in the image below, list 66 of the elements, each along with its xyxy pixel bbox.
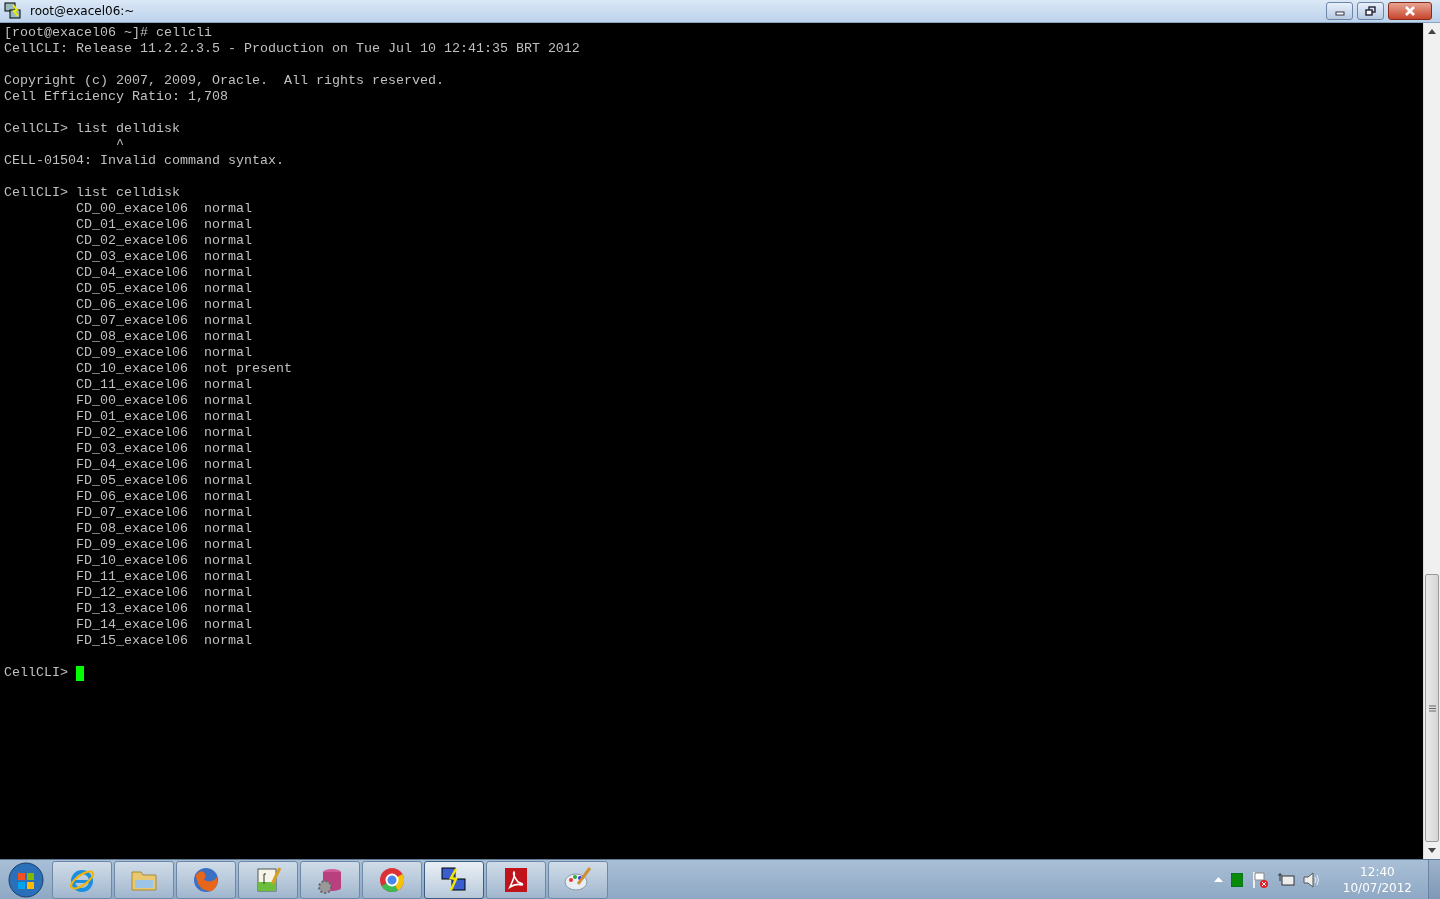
close-icon bbox=[1404, 6, 1416, 16]
terminal-line: FD_04_exacel06 normal bbox=[74, 457, 252, 473]
meter-icon bbox=[1230, 872, 1243, 887]
windows-orb-icon bbox=[8, 861, 44, 898]
terminal-line: CD_04_exacel06 normal bbox=[74, 265, 252, 281]
terminal-line: CD_11_exacel06 normal bbox=[74, 377, 252, 393]
terminal-line: CD_07_exacel06 normal bbox=[74, 313, 252, 329]
terminal-line: CELL-01504: Invalid command syntax. bbox=[4, 153, 284, 169]
pdf-document-icon bbox=[502, 865, 530, 894]
network-icon bbox=[1276, 871, 1295, 888]
terminal-line: FD_09_exacel06 normal bbox=[74, 537, 252, 553]
taskbar-button[interactable] bbox=[486, 860, 546, 899]
terminal-line: CellCLI> list delldisk bbox=[4, 121, 180, 137]
clock-date: 10/07/2012 bbox=[1342, 879, 1412, 896]
terminal-line: CD_10_exacel06 not present bbox=[74, 361, 292, 377]
terminal-line: FD_02_exacel06 normal bbox=[74, 425, 252, 441]
terminal-line: [root@exacel06 ~]# cellcli bbox=[4, 25, 212, 41]
terminal-line: FD_15_exacel06 normal bbox=[74, 633, 252, 649]
clock-time: 12:40 bbox=[1359, 863, 1396, 880]
terminal-line: CD_06_exacel06 normal bbox=[74, 297, 252, 313]
terminal-line: CD_02_exacel06 normal bbox=[74, 233, 252, 249]
terminal-prompt: CellCLI> bbox=[4, 665, 68, 681]
start-button[interactable] bbox=[8, 861, 44, 898]
restore-button[interactable] bbox=[1357, 2, 1384, 20]
terminal-line: ^ bbox=[114, 137, 124, 153]
firefox-logo-icon bbox=[192, 865, 220, 894]
terminal-line: FD_07_exacel06 normal bbox=[74, 505, 252, 521]
terminal-line: CD_08_exacel06 normal bbox=[74, 329, 252, 345]
terminal-line: FD_08_exacel06 normal bbox=[74, 521, 252, 537]
tray-expand-button[interactable] bbox=[1213, 877, 1223, 882]
terminal-line: FD_06_exacel06 normal bbox=[74, 489, 252, 505]
terminal-line: FD_12_exacel06 normal bbox=[74, 585, 252, 601]
terminal-line: CD_09_exacel06 normal bbox=[74, 345, 252, 361]
paint-palette-icon bbox=[564, 865, 592, 894]
terminal-line: CD_03_exacel06 normal bbox=[74, 249, 252, 265]
grip-icon bbox=[1428, 704, 1436, 712]
speaker-icon bbox=[1302, 871, 1319, 888]
window-title: root@exacel06:~ bbox=[30, 3, 136, 20]
restore-icon bbox=[1365, 6, 1376, 16]
terminal-line: CellCLI: Release 11.2.2.3.5 - Production on Tue Jul 10 12:41:35 BRT 2012 bbox=[4, 41, 580, 57]
close-button[interactable] bbox=[1388, 2, 1432, 20]
terminal-line: FD_00_exacel06 normal bbox=[74, 393, 252, 409]
terminal-line: CD_00_exacel06 normal bbox=[74, 201, 252, 217]
down-arrow-icon bbox=[1428, 848, 1436, 853]
terminal-line: CD_01_exacel06 normal bbox=[74, 217, 252, 233]
terminal-line: CD_05_exacel06 normal bbox=[74, 281, 252, 297]
computer-lightning-icon bbox=[4, 2, 22, 20]
chrome-logo-icon bbox=[378, 865, 406, 894]
terminal-line: FD_05_exacel06 normal bbox=[74, 473, 252, 489]
terminal-line: FD_03_exacel06 normal bbox=[74, 441, 252, 457]
terminal-line: FD_01_exacel06 normal bbox=[74, 409, 252, 425]
terminal-line: FD_14_exacel06 normal bbox=[74, 617, 252, 633]
notepad-icon bbox=[254, 865, 282, 894]
taskbar-button[interactable] bbox=[424, 860, 484, 899]
terminal-line: FD_10_exacel06 normal bbox=[74, 553, 252, 569]
computer-lightning-icon bbox=[440, 865, 468, 894]
flag-error-icon bbox=[1250, 870, 1269, 889]
terminal-line: Copyright (c) 2007, 2009, Oracle. All rights reserved. bbox=[4, 73, 444, 89]
up-arrow-icon bbox=[1213, 877, 1223, 882]
terminal-line: FD_13_exacel06 normal bbox=[74, 601, 252, 617]
terminal-line: FD_11_exacel06 normal bbox=[74, 569, 252, 585]
scroll-thumb[interactable] bbox=[1425, 574, 1439, 842]
terminal-line: Cell Efficiency Ratio: 1,708 bbox=[4, 89, 228, 105]
terminal-line: CellCLI> list celldisk bbox=[4, 185, 180, 201]
text-cursor bbox=[76, 665, 84, 681]
up-arrow-icon bbox=[1428, 29, 1436, 34]
